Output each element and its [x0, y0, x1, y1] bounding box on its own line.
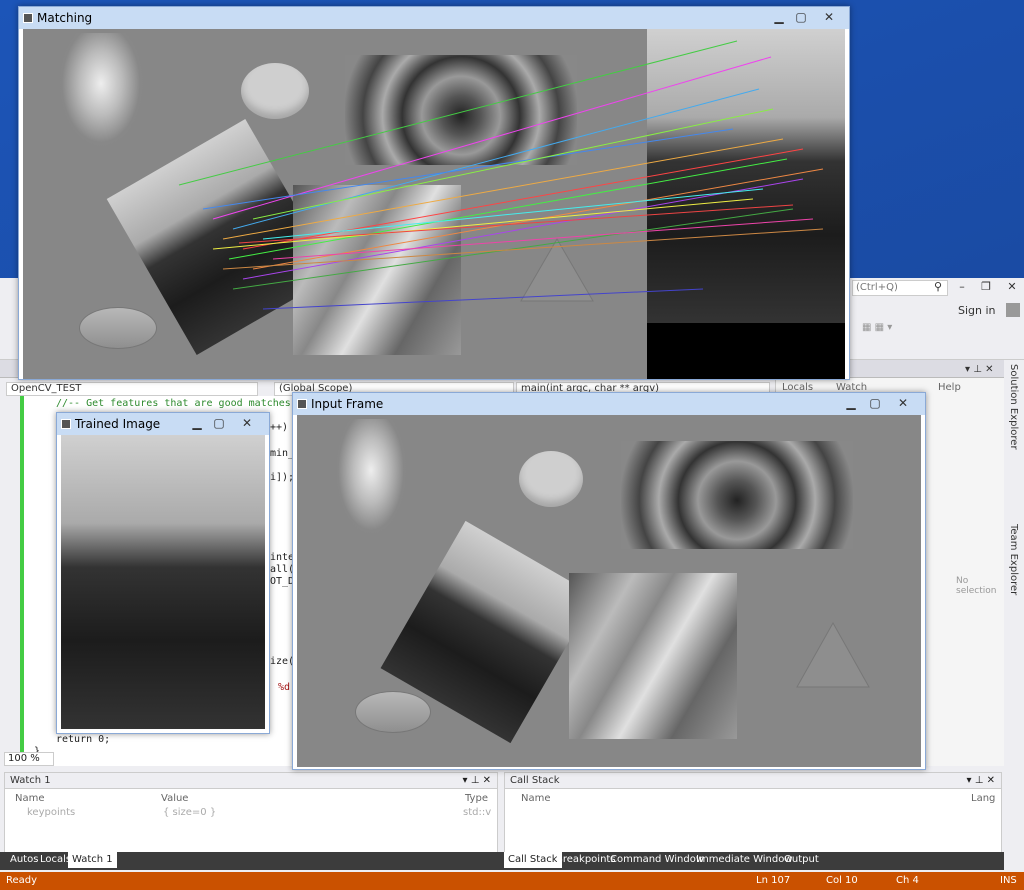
close-icon[interactable]: ✕ — [235, 415, 259, 431]
editor-gutter — [0, 396, 20, 756]
watch-row-name[interactable]: keypoints — [27, 807, 75, 818]
status-bar: Ready Ln 107 Col 10 Ch 4 INS — [0, 872, 1024, 890]
watch1-header: Watch 1 — [5, 773, 497, 789]
thought-bubble-image — [519, 451, 583, 507]
maximize-icon[interactable]: ▢ — [207, 415, 231, 431]
lena-image — [569, 573, 737, 739]
panel-controls-icon[interactable]: ▾ ⊥ ✕ — [463, 775, 491, 786]
left-tabs: Autos Locals Watch 1 — [4, 852, 494, 868]
matching-title: Matching — [37, 11, 93, 25]
close-icon[interactable]: ✕ — [891, 395, 915, 411]
watch-row-type: std::v — [463, 807, 492, 818]
code-fragment: min_ — [270, 448, 295, 459]
zoom-combo[interactable]: 100 % — [4, 752, 54, 766]
trained-image-canvas — [61, 435, 265, 729]
matching-title-bar[interactable]: Matching — [19, 7, 849, 29]
trained-image-window[interactable]: Trained Image ▁ ▢ ✕ — [56, 412, 270, 734]
help-menu[interactable]: Help — [938, 382, 961, 393]
window-icon — [297, 399, 307, 409]
code-return: return 0; — [56, 734, 111, 745]
col-name[interactable]: Name — [15, 793, 45, 804]
no-selection-label: No selection — [956, 576, 997, 596]
minimize-icon[interactable]: ▁ — [185, 415, 209, 431]
ellipse-image — [355, 691, 431, 733]
input-frame-title-bar[interactable]: Input Frame — [293, 393, 925, 415]
restore-icon[interactable]: ❐ — [976, 280, 996, 296]
tab-output[interactable]: Output — [780, 852, 823, 868]
triangle-image — [796, 621, 870, 688]
input-frame-title: Input Frame — [311, 397, 384, 411]
code-fragment: ++) — [270, 422, 289, 433]
matching-window[interactable]: Matching ▁ ▢ ✕ — [18, 6, 850, 380]
window-icon — [23, 13, 33, 23]
tab-watch1[interactable]: Watch 1 — [68, 852, 117, 868]
maximize-icon[interactable]: ▢ — [789, 9, 813, 25]
search-icon[interactable]: ⚲ — [934, 280, 942, 293]
solution-explorer-tab[interactable]: Solution Explorer — [1008, 364, 1019, 450]
project-combo[interactable]: OpenCV_TEST — [6, 382, 258, 396]
input-frame-canvas — [297, 415, 921, 767]
status-mode: INS — [1000, 875, 1017, 886]
status-ch: Ch 4 — [896, 875, 919, 886]
col-lang[interactable]: Lang — [971, 793, 995, 804]
side-tab-strip: Solution Explorer Team Explorer — [1004, 360, 1024, 880]
panel-controls-icon[interactable]: ▾ ⊥ ✕ — [967, 775, 995, 786]
minimize-icon[interactable]: ▁ — [839, 395, 863, 411]
team-explorer-tab[interactable]: Team Explorer — [1008, 524, 1019, 595]
minimize-icon[interactable]: ▁ — [767, 9, 791, 25]
toolbar-icon[interactable]: ▦ ▦ ▾ — [862, 322, 892, 333]
code-fragment: %d — [278, 682, 291, 693]
col-name[interactable]: Name — [521, 793, 551, 804]
col-value[interactable]: Value — [161, 793, 188, 804]
cat-image — [329, 419, 413, 547]
status-ready: Ready — [6, 875, 38, 886]
match-lines — [178, 40, 824, 310]
pin-icon[interactable]: ▾ ⊥ ✕ — [965, 364, 993, 375]
code-comment: //-- Get features that are good matches — [56, 398, 291, 409]
minimize-icon[interactable]: – — [952, 280, 972, 296]
flower-image — [621, 441, 853, 549]
code-fragment: ize( — [270, 656, 295, 667]
col-type[interactable]: Type — [465, 793, 488, 804]
status-line: Ln 107 — [756, 875, 791, 886]
code-fragment: i]); — [270, 472, 295, 483]
callstack-header: Call Stack — [505, 773, 1001, 789]
code-fragment: inte — [270, 552, 295, 563]
code-fragment: all( — [270, 564, 295, 575]
maximize-icon[interactable]: ▢ — [863, 395, 887, 411]
trained-man-image — [61, 435, 265, 729]
close-icon[interactable]: ✕ — [817, 9, 841, 25]
watch-row-value: { size=0 } — [163, 807, 217, 818]
matching-canvas — [23, 29, 845, 379]
right-tabs: Call Stack Breakpoints Command Window Im… — [504, 852, 1002, 868]
code-fragment: OT_D — [270, 576, 295, 587]
sign-in-link[interactable]: Sign in — [958, 304, 996, 317]
avatar[interactable] — [1006, 303, 1020, 317]
window-icon — [61, 419, 71, 429]
status-col: Col 10 — [826, 875, 858, 886]
input-frame-window[interactable]: Input Frame ▁ ▢ ✕ — [292, 392, 926, 770]
close-icon[interactable]: ✕ — [1002, 280, 1022, 296]
trained-image-title: Trained Image — [75, 417, 161, 431]
